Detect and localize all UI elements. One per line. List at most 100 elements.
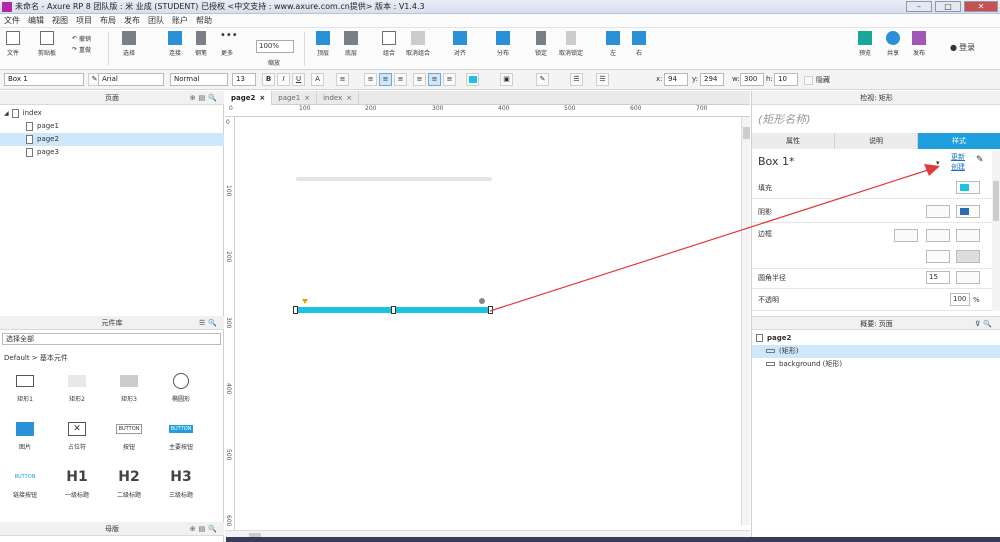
style-editor-icon[interactable]: ✎ <box>976 155 984 165</box>
style-name[interactable]: Box 1* <box>758 155 794 168</box>
clipboard-button[interactable]: 剪贴板 <box>34 31 60 57</box>
library-select[interactable]: 选择全部 <box>2 333 221 345</box>
file-button[interactable]: 文件 <box>0 31 26 57</box>
outline-item-rectangle[interactable]: (矩形) <box>752 345 1000 358</box>
tab-page2[interactable]: page2 × <box>225 91 273 105</box>
menu-publish[interactable]: 发布 <box>120 15 144 26</box>
update-style-link[interactable]: 更新 <box>951 152 965 162</box>
valign-top-button[interactable]: ≡ <box>413 73 426 86</box>
menu-account[interactable]: 账户 <box>168 15 192 26</box>
font-size-select[interactable]: 13 <box>232 73 256 86</box>
tab-style[interactable]: 样式 <box>918 133 1000 149</box>
library-tools[interactable]: ☰🔍 <box>199 316 220 330</box>
undo-button[interactable]: ↶ 撤销 <box>72 34 91 43</box>
lock-button[interactable]: 锁定 <box>528 31 554 57</box>
corner-radius-handle[interactable] <box>302 299 308 304</box>
align-left-button[interactable]: ≡ <box>364 73 377 86</box>
page-page2[interactable]: page2 <box>0 133 224 146</box>
page-page3[interactable]: page3 <box>0 146 224 159</box>
group-button[interactable]: 组合 <box>376 31 402 57</box>
publish-button[interactable]: 发布 <box>906 31 932 57</box>
align-center-button[interactable]: ≡ <box>379 73 392 86</box>
border-color-button[interactable]: ✎ <box>536 73 549 86</box>
border-arrow-select[interactable] <box>956 250 980 263</box>
fill-color-button[interactable] <box>466 73 479 86</box>
close-button[interactable]: ✕ <box>964 1 998 12</box>
height-field[interactable]: 10 <box>774 73 798 86</box>
border-width-button[interactable]: ☰ <box>596 73 609 86</box>
menu-layout[interactable]: 布局 <box>96 15 120 26</box>
valign-middle-button[interactable]: ≡ <box>428 73 441 86</box>
font-style-select[interactable]: Normal <box>170 73 228 86</box>
font-color-button[interactable]: A <box>311 73 324 86</box>
border-color-select[interactable] <box>926 229 950 242</box>
shadow-color-swatch[interactable] <box>956 205 980 218</box>
bold-button[interactable]: B <box>262 73 275 86</box>
right-button[interactable]: 右 <box>626 31 652 57</box>
y-field[interactable]: 294 <box>700 73 724 86</box>
widget-image[interactable]: 图片 <box>0 419 50 457</box>
login-button[interactable]: ● 登录 <box>950 42 975 53</box>
create-style-link[interactable]: 创建 <box>951 162 965 172</box>
menu-view[interactable]: 视图 <box>48 15 72 26</box>
align-button[interactable]: 对齐 <box>447 31 473 57</box>
x-field[interactable]: 94 <box>664 73 688 86</box>
border-style-select[interactable] <box>956 229 980 242</box>
width-field[interactable]: 300 <box>740 73 764 86</box>
send-bottom-button[interactable]: 底层 <box>338 31 364 57</box>
widget-h2[interactable]: H2 二级标题 <box>104 467 154 505</box>
widget-link-button[interactable]: BUTTON 链接按钮 <box>0 467 50 505</box>
fill-color-swatch[interactable] <box>956 181 980 194</box>
resize-handle-right[interactable] <box>488 306 493 314</box>
widget-h3[interactable]: H3 三级标题 <box>156 467 206 505</box>
design-canvas[interactable] <box>236 118 741 524</box>
hidden-checkbox[interactable] <box>804 76 813 85</box>
border-style-button[interactable]: ☰ <box>570 73 583 86</box>
menu-help[interactable]: 帮助 <box>192 15 216 26</box>
valign-bottom-button[interactable]: ≡ <box>443 73 456 86</box>
close-icon[interactable]: × <box>346 91 352 105</box>
background-rectangle[interactable] <box>296 177 492 181</box>
library-group[interactable]: Default > 基本元件 <box>4 353 68 363</box>
left-button[interactable]: 左 <box>600 31 626 57</box>
close-icon[interactable]: × <box>259 91 265 105</box>
widget-name-field[interactable]: Box 1 <box>4 73 84 86</box>
outline-page[interactable]: page2 <box>752 332 1000 345</box>
border-width-select[interactable] <box>894 229 918 242</box>
opacity-field[interactable]: 100 <box>950 293 970 306</box>
rotation-handle[interactable] <box>479 298 485 304</box>
widget-ellipse[interactable]: 椭圆形 <box>156 371 206 409</box>
widget-name-input[interactable]: (矩形名称) <box>758 111 811 127</box>
radius-field[interactable]: 15 <box>926 271 950 284</box>
shadow-button[interactable]: ▣ <box>500 73 513 86</box>
masters-tools[interactable]: ⊕▤🔍 <box>190 522 220 536</box>
pen-tool[interactable]: 钢笔 <box>188 31 214 57</box>
widget-button[interactable]: BUTTON 按钮 <box>104 419 154 457</box>
tab-page1[interactable]: page1 × <box>272 91 318 105</box>
style-dropdown-icon[interactable]: ▾ <box>936 159 940 167</box>
tab-index[interactable]: index × <box>317 91 360 105</box>
redo-button[interactable]: ↷ 重做 <box>72 45 91 54</box>
maximize-button[interactable]: □ <box>935 1 961 12</box>
tab-properties[interactable]: 属性 <box>752 133 835 149</box>
font-family-select[interactable]: Arial <box>98 73 164 86</box>
radius-corner-select[interactable] <box>956 271 980 284</box>
menu-project[interactable]: 项目 <box>72 15 96 26</box>
page-page1[interactable]: page1 <box>0 120 224 133</box>
ungroup-button[interactable]: 取消组合 <box>405 31 431 57</box>
bullets-button[interactable]: ≡ <box>336 73 349 86</box>
canvas-vertical-scrollbar[interactable] <box>741 117 750 525</box>
align-right-button[interactable]: ≡ <box>394 73 407 86</box>
inspector-scrollbar[interactable] <box>992 151 1000 311</box>
underline-button[interactable]: U <box>292 73 305 86</box>
menu-file[interactable]: 文件 <box>0 15 24 26</box>
resize-handle-middle[interactable] <box>391 306 396 314</box>
widget-rect3[interactable]: 矩形3 <box>104 371 154 409</box>
tab-notes[interactable]: 说明 <box>835 133 918 149</box>
widget-primary-button[interactable]: BUTTON 主要按钮 <box>156 419 206 457</box>
zoom-select[interactable]: 100% <box>256 40 294 53</box>
resize-handle-left[interactable] <box>293 306 298 314</box>
page-index[interactable]: ◢ index <box>0 107 224 120</box>
italic-button[interactable]: I <box>277 73 290 86</box>
select-tool[interactable]: 选择 <box>116 31 142 57</box>
